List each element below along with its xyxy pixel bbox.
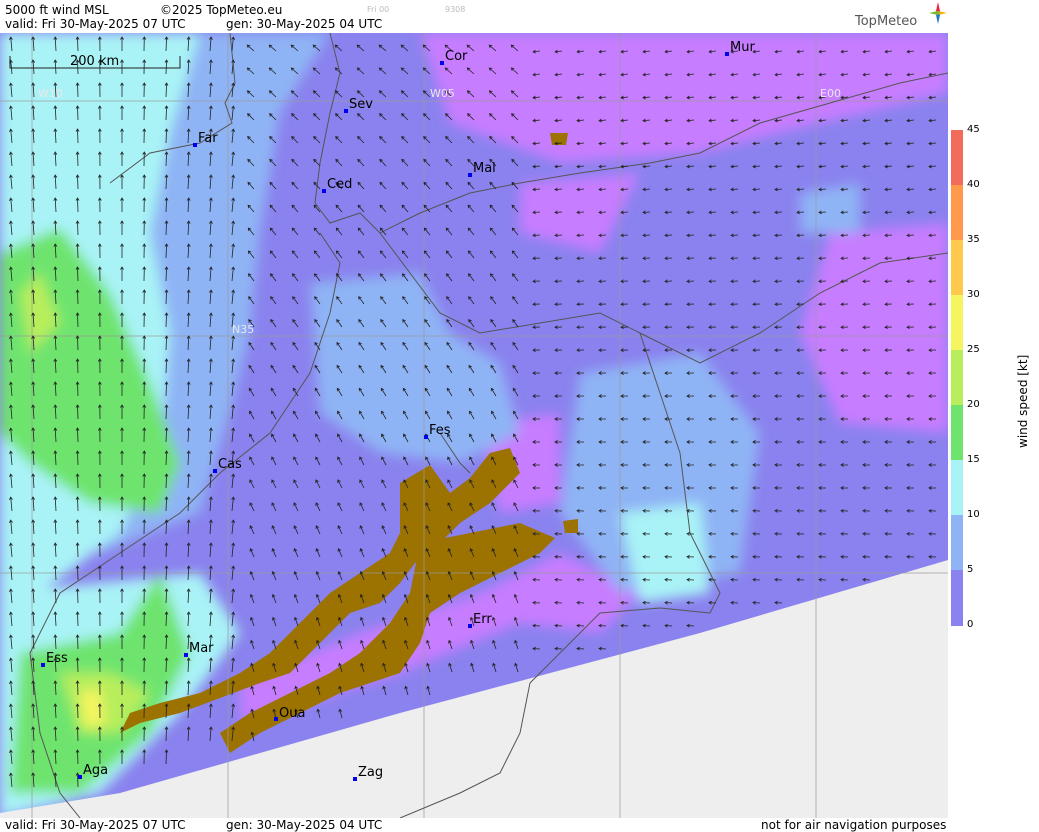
city-label: Ess	[46, 651, 68, 666]
city-aga[interactable]: Aga	[78, 763, 108, 779]
grid-label-n35: N35	[232, 323, 254, 336]
legend-swatch	[951, 570, 963, 626]
legend-swatch	[951, 515, 963, 571]
city-label: Fes	[429, 423, 451, 438]
city-zag[interactable]: Zag	[353, 765, 383, 781]
legend-swatch	[951, 405, 963, 461]
city-cas[interactable]: Cas	[213, 457, 242, 473]
generated-time: gen: 30-May-2025 04 UTC	[226, 17, 383, 31]
city-mal[interactable]: Mal	[468, 161, 496, 177]
valid-time: valid: Fri 30-May-2025 07 UTC	[5, 17, 186, 31]
legend-tick-label: 35	[967, 234, 980, 245]
legend-title: wind speed [kt]	[1016, 354, 1030, 448]
legend-swatch	[951, 240, 963, 296]
legend-tick-label: 40	[967, 179, 980, 190]
city-mar[interactable]: Mar	[184, 641, 214, 657]
footer: valid: Fri 30-May-2025 07 UTC gen: 30-Ma…	[0, 818, 1039, 832]
footer-generated-time: gen: 30-May-2025 04 UTC	[226, 818, 383, 832]
city-ess[interactable]: Ess	[41, 651, 68, 667]
city-oua[interactable]: Oua	[274, 706, 305, 721]
legend-tick-label: 30	[967, 289, 980, 300]
navigation-disclaimer: not for air navigation purposes	[761, 818, 947, 832]
legend-tick-label: 25	[967, 344, 980, 355]
city-cor[interactable]: Cor	[440, 49, 468, 65]
legend-swatch	[951, 185, 963, 241]
logo-text: TopMeteo	[855, 14, 918, 29]
grid-label-w10: W10	[38, 87, 63, 100]
legend-swatch	[951, 295, 963, 351]
legend-tick-label: 45	[967, 124, 980, 135]
grid-label-e00: E00	[820, 87, 841, 100]
grid-label-w05: W05	[430, 87, 455, 100]
copyright: ©2025 TopMeteo.eu	[160, 3, 283, 17]
city-label: Oua	[279, 706, 305, 721]
scale-bar-label: 200 km	[70, 54, 119, 69]
city-label: Zag	[358, 765, 383, 780]
product-title: 5000 ft wind MSL	[5, 3, 109, 17]
run-code-small: 9308	[445, 5, 466, 14]
city-label: Far	[198, 131, 218, 146]
legend-color-bar	[951, 130, 963, 626]
legend-tick-label: 5	[967, 564, 974, 575]
city-label: Sev	[349, 97, 373, 112]
legend-swatch	[951, 460, 963, 516]
legend-tick-label: 15	[967, 454, 980, 465]
city-label: Mal	[473, 161, 496, 176]
city-label: Ced	[327, 177, 352, 192]
city-label: Mur	[730, 40, 755, 55]
city-ced[interactable]: Ced	[322, 177, 352, 193]
legend-tick-label: 0	[967, 619, 974, 630]
wind-map[interactable]: W10 W05 E00 N35 200 km Cor Mur Sev Far M…	[0, 33, 948, 818]
city-label: Mar	[189, 641, 214, 656]
city-label: Err	[473, 612, 492, 627]
compass-star-icon	[929, 2, 947, 24]
legend-tick-label: 20	[967, 399, 980, 410]
run-info-small: Fri 00	[367, 5, 390, 14]
city-label: Aga	[83, 763, 108, 778]
wind-map-canvas: W10 W05 E00 N35 200 km Cor Mur Sev Far M…	[0, 33, 948, 818]
legend-swatch	[951, 130, 963, 186]
topmeteo-logo: TopMeteo	[855, 2, 947, 29]
city-mur[interactable]: Mur	[725, 40, 755, 56]
legend-swatch	[951, 350, 963, 406]
terrain-small	[563, 519, 578, 533]
city-sev[interactable]: Sev	[344, 97, 373, 113]
city-label: Cor	[445, 49, 468, 64]
legend-tick-label: 10	[967, 509, 980, 520]
footer-valid-time: valid: Fri 30-May-2025 07 UTC	[5, 818, 186, 832]
city-label: Cas	[218, 457, 242, 472]
